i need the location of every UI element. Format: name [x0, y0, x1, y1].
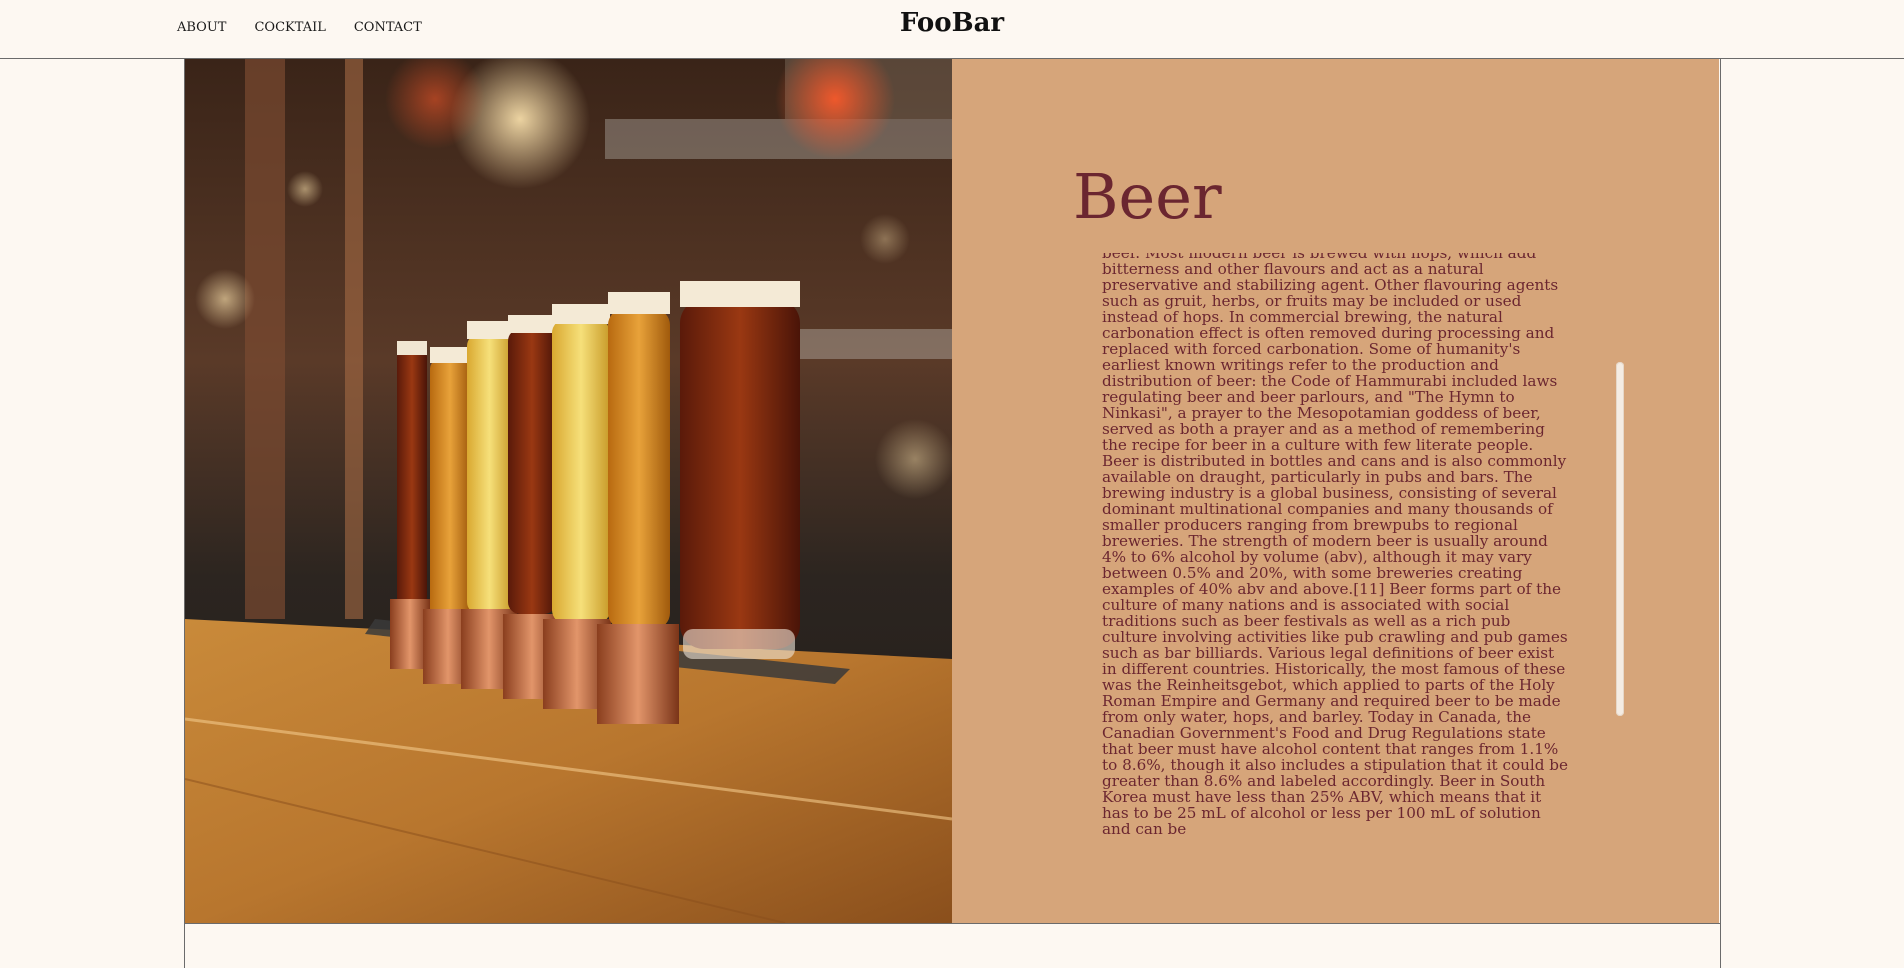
scrollbar[interactable] — [1616, 362, 1624, 716]
page-title: Beer — [1073, 160, 1222, 233]
beer-photo — [185, 59, 952, 923]
section-divider — [184, 923, 1720, 924]
description-text: beer. Most modern beer is brewed with ho… — [1102, 253, 1569, 836]
description-scroll-area[interactable]: beer. Most modern beer is brewed with ho… — [1102, 253, 1572, 836]
top-header: ABOUT COCKTAIL CONTACT FooBar — [0, 0, 1904, 59]
brand-logo[interactable]: FooBar — [0, 8, 1904, 38]
